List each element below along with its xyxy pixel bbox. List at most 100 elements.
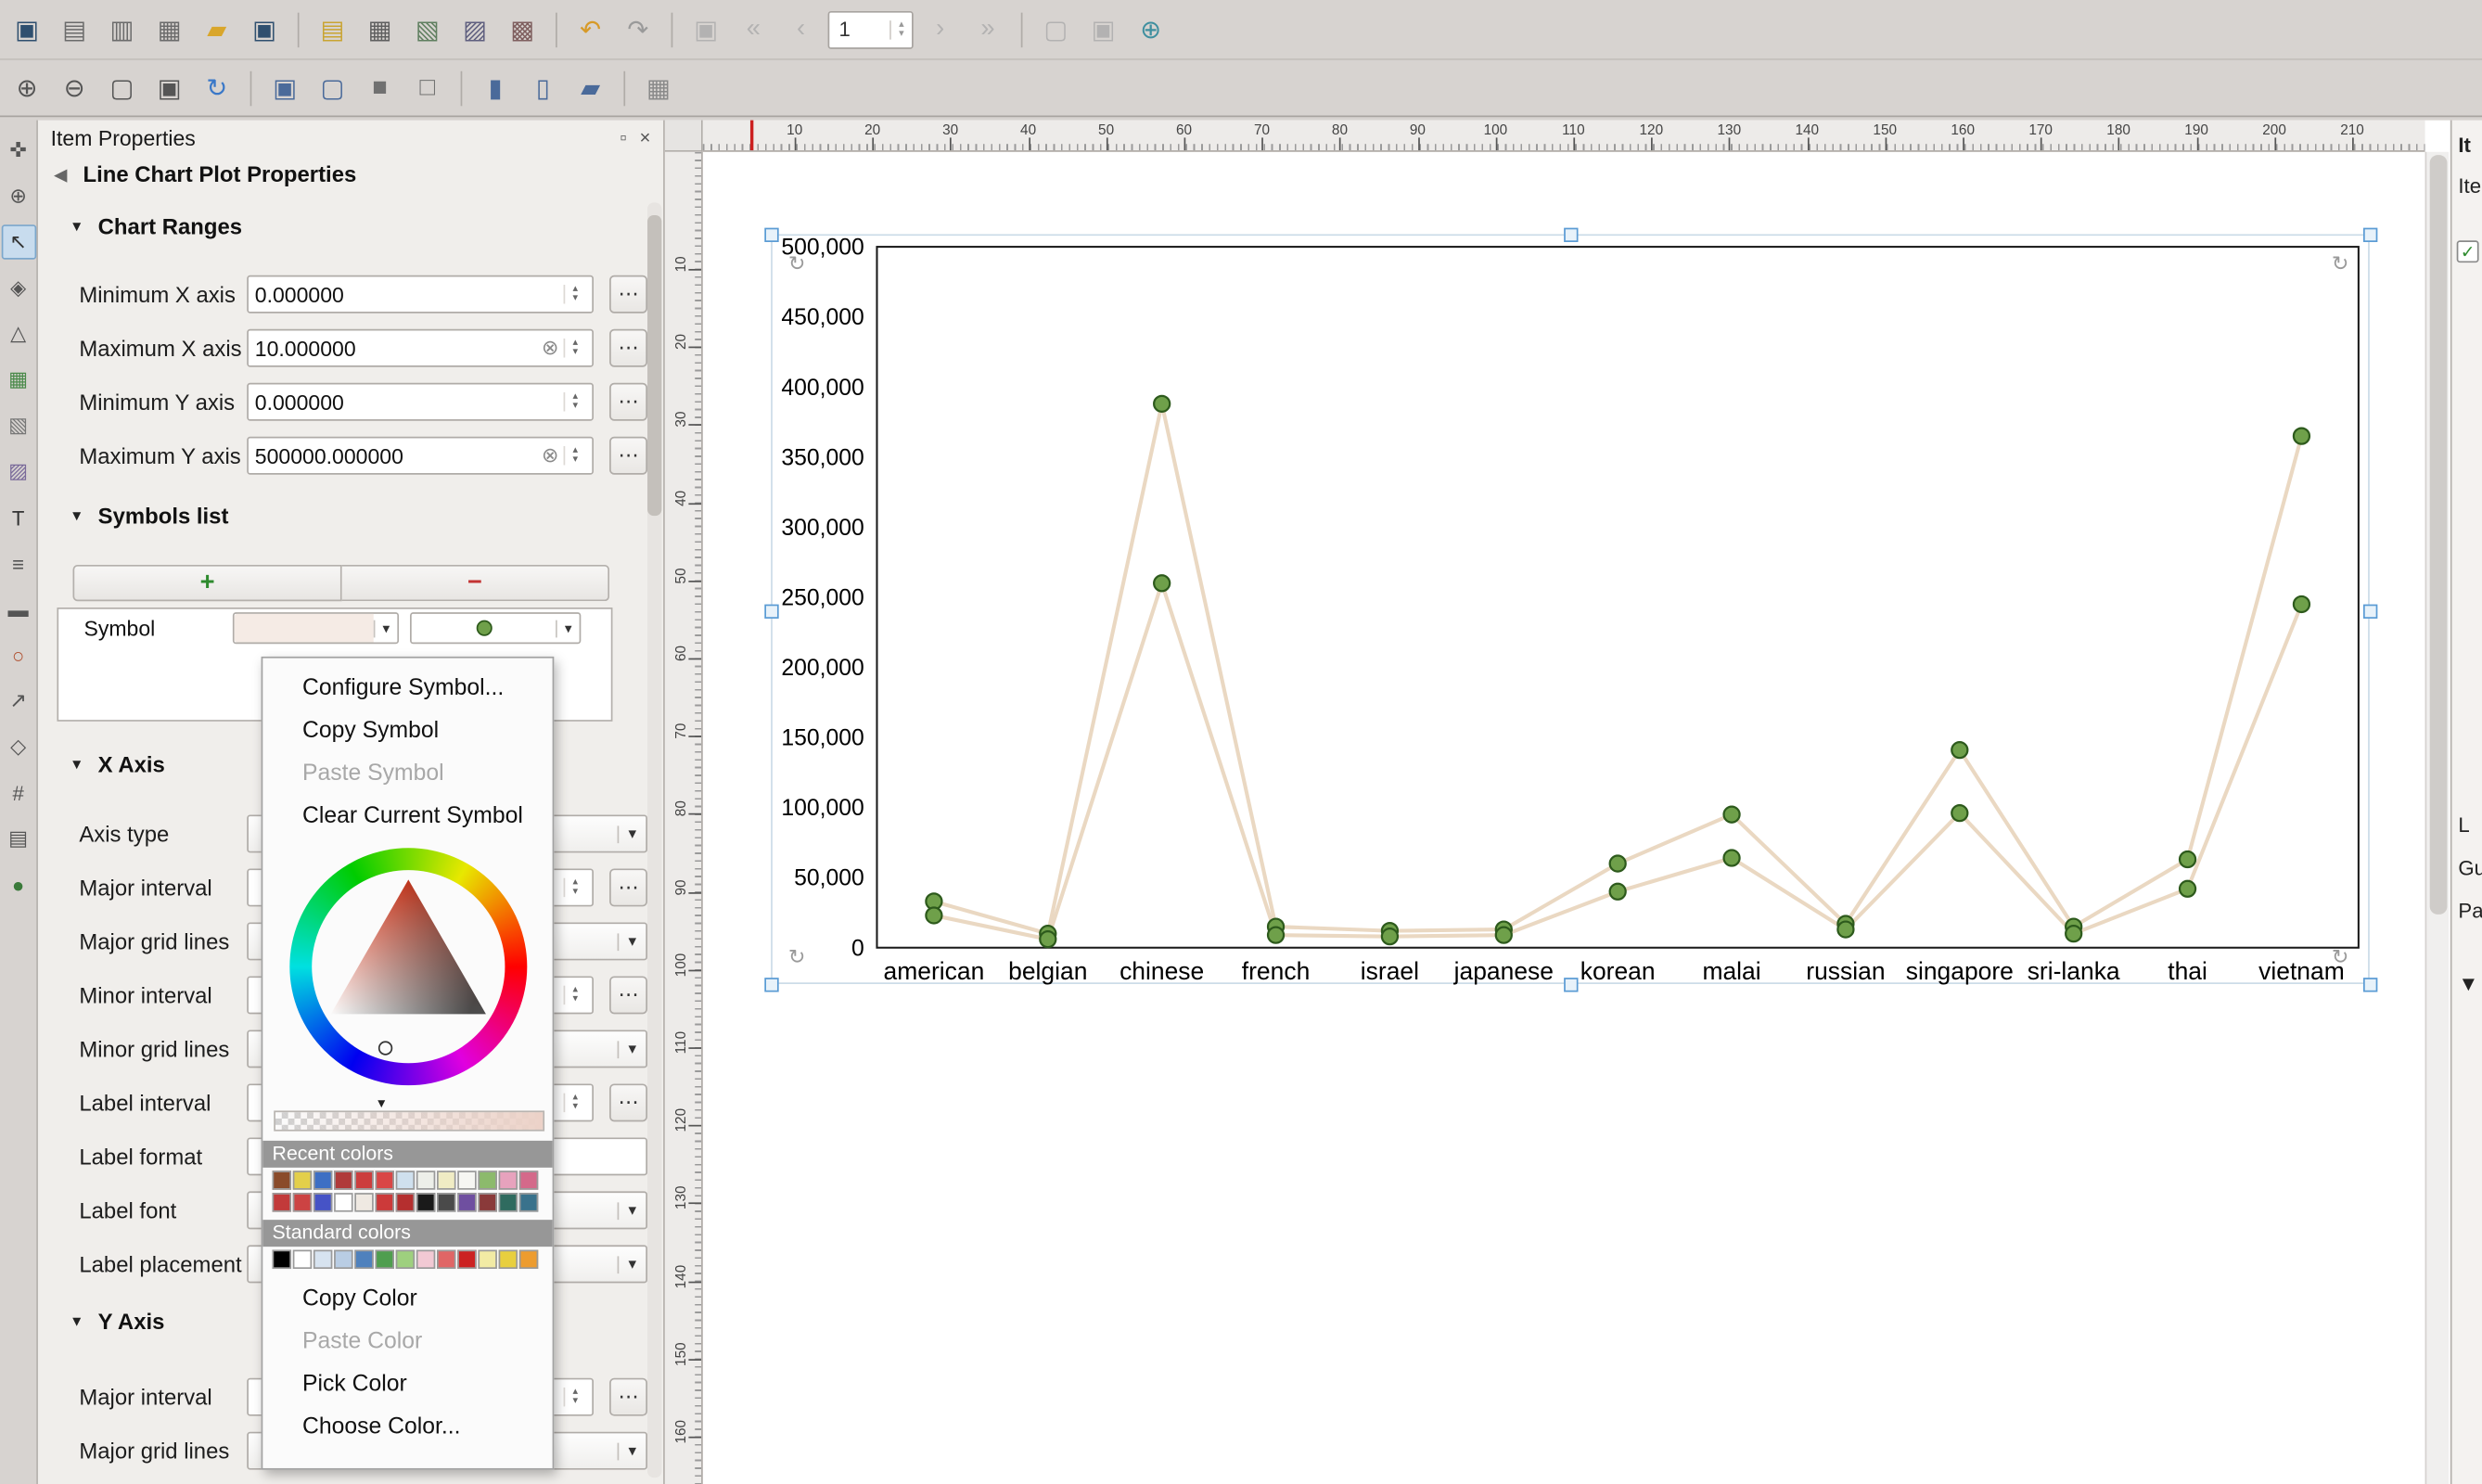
color-wheel[interactable] [289, 848, 527, 1085]
minimum-y-axis-field[interactable]: 0.000000▴▾ [247, 383, 594, 421]
add-arrow-icon[interactable]: ↗ [1, 684, 36, 719]
atlas-first-feature-icon[interactable]: « [733, 8, 774, 49]
zoom-out-icon[interactable]: ⊖ [54, 67, 95, 108]
remove-symbol-button[interactable]: − [342, 565, 609, 601]
line-chart-item[interactable]: 050,000100,000150,000200,000250,000300,0… [771, 234, 2370, 984]
color-swatch[interactable] [519, 1250, 538, 1269]
add-node-shape-icon[interactable]: ◇ [1, 729, 36, 764]
atlas-last-feature-icon[interactable]: » [967, 8, 1008, 49]
open-folder-icon[interactable]: ▰ [197, 8, 237, 49]
spin-arrows[interactable]: ▴▾ [564, 339, 586, 357]
color-swatch[interactable] [293, 1250, 312, 1269]
print-icon[interactable]: ▦ [359, 8, 400, 49]
add-legend-icon[interactable]: ≡ [1, 545, 36, 581]
export-image-icon[interactable]: ▧ [407, 8, 448, 49]
color-swatch[interactable] [499, 1171, 518, 1189]
color-swatch[interactable] [375, 1193, 393, 1211]
spin-arrows[interactable]: ▴▾ [564, 878, 586, 897]
color-swatch[interactable] [334, 1193, 352, 1211]
symbol-color-dropdown[interactable]: ▾ [233, 612, 399, 644]
color-swatch[interactable] [396, 1250, 415, 1269]
scrollbar-thumb[interactable] [647, 215, 661, 516]
menu-item-configure-symbol[interactable]: Configure Symbol... [262, 668, 552, 710]
color-swatch[interactable] [416, 1171, 435, 1189]
atlas-page-spinbox[interactable]: 1▴▾ [828, 10, 914, 48]
layout-manager-icon[interactable]: ▦ [148, 8, 189, 49]
color-swatch[interactable] [313, 1250, 332, 1269]
menu-item-copy-color[interactable]: Copy Color [262, 1278, 552, 1321]
group-items-icon[interactable]: ▣ [264, 67, 305, 108]
move-content-icon[interactable]: ◈ [1, 271, 36, 306]
color-swatch[interactable] [273, 1250, 291, 1269]
color-swatch[interactable] [313, 1171, 332, 1189]
add-symbol-button[interactable]: + [73, 565, 342, 601]
duplicate-layout-icon[interactable]: ▥ [101, 8, 142, 49]
opacity-slider[interactable] [274, 1110, 544, 1131]
color-swatch[interactable] [334, 1250, 352, 1269]
spin-arrows[interactable]: ▴▾ [564, 1388, 586, 1406]
data-defined-override-button[interactable]: ⋯ [609, 329, 647, 367]
color-swatch[interactable] [457, 1250, 476, 1269]
section-chart-ranges[interactable]: ▼ Chart Ranges [38, 206, 663, 247]
resize-handle-se[interactable] [2363, 978, 2377, 991]
back-icon[interactable]: ◀ [54, 164, 67, 185]
distribute-items-icon[interactable]: ▰ [569, 67, 610, 108]
add-label-icon[interactable]: T [1, 500, 36, 535]
lock-items-icon[interactable]: ■ [359, 67, 400, 108]
resize-handle-n[interactable] [1564, 228, 1578, 242]
add-3d-map-icon[interactable]: ▧ [1, 408, 36, 443]
menu-item-copy-symbol[interactable]: Copy Symbol [262, 710, 552, 753]
clear-value-icon[interactable]: ⊗ [542, 336, 559, 361]
undo-icon[interactable]: ↶ [569, 8, 610, 49]
save-project-icon[interactable]: ▣ [6, 8, 47, 49]
resize-handle-e[interactable] [2363, 605, 2377, 619]
color-swatch[interactable] [334, 1171, 352, 1189]
color-swatch[interactable] [396, 1171, 415, 1189]
data-defined-override-button[interactable]: ⋯ [609, 437, 647, 475]
color-swatch[interactable] [437, 1193, 455, 1211]
color-swatch[interactable] [437, 1171, 455, 1189]
color-swatch[interactable] [273, 1171, 291, 1189]
snap-grid-icon[interactable]: ▦ [638, 67, 679, 108]
menu-item-choose-color[interactable]: Choose Color... [262, 1406, 552, 1449]
data-defined-override-button[interactable]: ⋯ [609, 868, 647, 906]
color-swatch[interactable] [519, 1193, 538, 1211]
unlock-items-icon[interactable]: □ [407, 67, 448, 108]
zoom-tool-icon[interactable]: ⊕ [1, 179, 36, 214]
color-swatch[interactable] [499, 1250, 518, 1269]
zoom-full-icon[interactable]: ▢ [101, 67, 142, 108]
add-map-icon[interactable]: ▦ [1, 363, 36, 398]
close-panel-icon[interactable]: × [639, 126, 650, 148]
color-swatch[interactable] [293, 1193, 312, 1211]
panel-scrollbar[interactable] [647, 202, 661, 1478]
spin-arrows[interactable]: ▴▾ [564, 392, 586, 411]
add-marker-icon[interactable]: ● [1, 867, 36, 902]
edit-nodes-icon[interactable]: △ [1, 316, 36, 352]
spin-arrows[interactable]: ▴▾ [564, 1094, 586, 1112]
add-scalebar-icon[interactable]: ▬ [1, 592, 36, 627]
color-swatch[interactable] [354, 1250, 373, 1269]
menu-item-clear-current-symbol[interactable]: Clear Current Symbol [262, 796, 552, 838]
add-html-icon[interactable]: # [1, 775, 36, 811]
color-swatch[interactable] [354, 1193, 373, 1211]
color-swatch[interactable] [396, 1193, 415, 1211]
color-swatch[interactable] [416, 1250, 435, 1269]
atlas-next-feature-icon[interactable]: › [920, 8, 961, 49]
add-table-icon[interactable]: ▤ [1, 821, 36, 856]
atlas-zoom-icon[interactable]: ⊕ [1131, 8, 1171, 49]
zoom-in-icon[interactable]: ⊕ [6, 67, 47, 108]
item-visibility-checkbox[interactable]: ✓ [2457, 240, 2479, 262]
pan-tool-icon[interactable]: ✜ [1, 133, 36, 168]
color-swatch[interactable] [478, 1171, 496, 1189]
spin-arrows[interactable]: ▴▾ [564, 285, 586, 303]
color-swatch[interactable] [375, 1250, 393, 1269]
menu-item-pick-color[interactable]: Pick Color [262, 1363, 552, 1406]
refresh-view-icon[interactable]: ↻ [197, 67, 237, 108]
color-swatch[interactable] [478, 1193, 496, 1211]
add-shape-icon[interactable]: ○ [1, 637, 36, 672]
color-swatch[interactable] [457, 1193, 476, 1211]
color-swatch[interactable] [273, 1193, 291, 1211]
save-layout-icon[interactable]: ▣ [244, 8, 285, 49]
atlas-preview-icon[interactable]: ▢ [1035, 8, 1076, 49]
undock-panel-icon[interactable]: ▫ [620, 126, 627, 148]
